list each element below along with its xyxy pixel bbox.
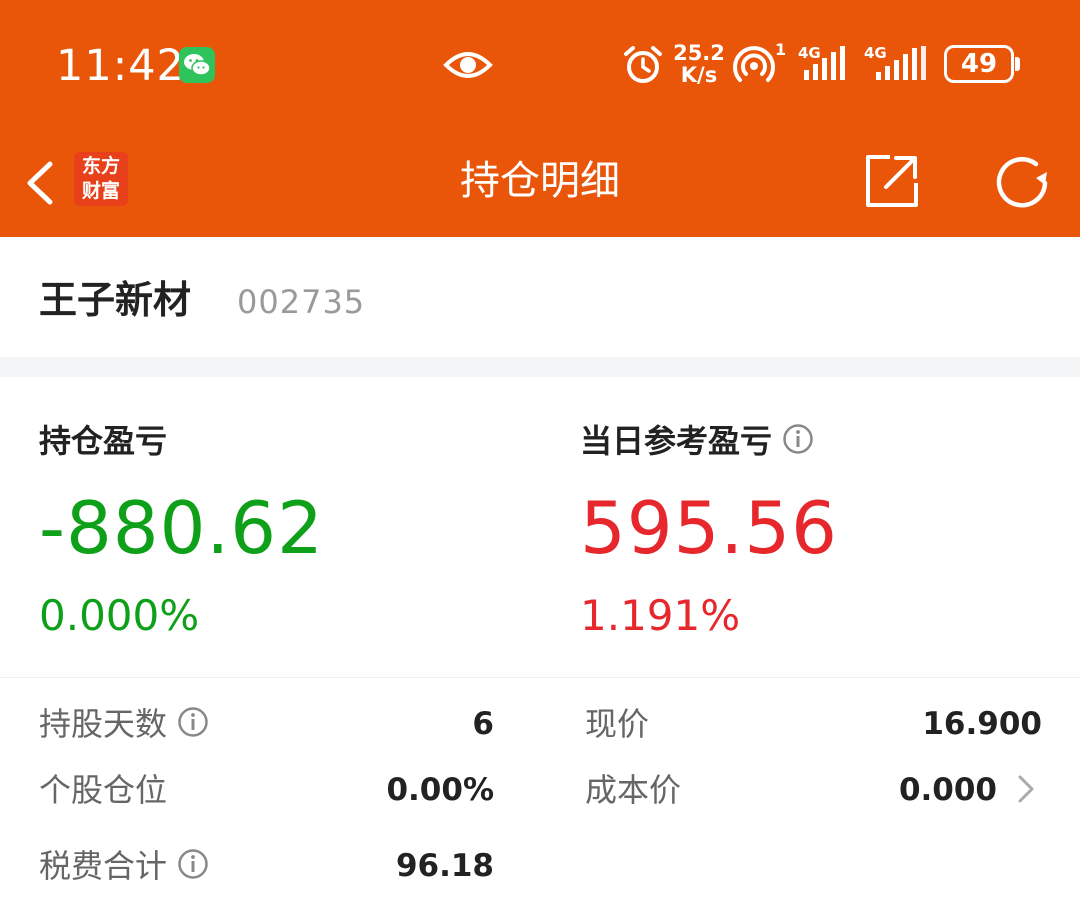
fees-label-wrap: 税费合计 xyxy=(39,846,209,889)
top-bar: 11:42 25.2 K/s 1 4G 4G 49 东方 财富 持仓明细 xyxy=(0,0,1080,237)
net-speed-unit: K/s xyxy=(680,63,718,87)
signal-icon-2 xyxy=(862,44,930,86)
daily-pnl-percent: 1.191% xyxy=(580,591,741,640)
battery-icon: 49 xyxy=(944,45,1014,83)
hold-days-value: 6 xyxy=(472,706,494,742)
current-price-label: 现价 xyxy=(585,705,650,743)
battery-tip xyxy=(1015,57,1020,71)
battery-level: 49 xyxy=(960,49,998,79)
daily-pnl-value: 595.56 xyxy=(580,486,838,570)
stock-code: 002735 xyxy=(237,283,366,321)
chevron-right-icon[interactable] xyxy=(1016,773,1036,809)
share-icon xyxy=(866,155,918,207)
share-button[interactable] xyxy=(864,153,920,213)
fees-label: 税费合计 xyxy=(39,847,168,885)
daily-pnl-card: 当日参考盈亏 595.56 1.191% xyxy=(580,377,1060,677)
hold-days-label: 持股天数 xyxy=(39,705,168,743)
daily-pnl-header: 当日参考盈亏 xyxy=(580,421,814,464)
alarm-icon xyxy=(622,44,664,90)
hotspot-count: 1 xyxy=(775,40,787,59)
hotspot-icon xyxy=(732,42,776,90)
status-time: 11:42 xyxy=(56,41,185,91)
daily-pnl-label: 当日参考盈亏 xyxy=(580,422,773,460)
cost-price-row[interactable]: 成本价 0.000 xyxy=(585,760,997,820)
current-price-value: 16.900 xyxy=(922,706,1042,742)
hold-days-row: 持股天数 6 xyxy=(39,694,494,754)
eye-icon xyxy=(443,45,493,89)
fees-value: 96.18 xyxy=(395,848,494,884)
cost-price-value: 0.000 xyxy=(898,772,997,808)
info-icon[interactable] xyxy=(782,423,814,464)
position-pnl-label: 持仓盈亏 xyxy=(39,422,168,460)
refresh-button[interactable] xyxy=(992,152,1054,218)
cost-price-label: 成本价 xyxy=(585,771,682,809)
position-ratio-row: 个股仓位 0.00% xyxy=(39,760,494,820)
hold-days-info-icon[interactable] xyxy=(177,706,209,747)
stock-name: 王子新材 xyxy=(39,278,192,322)
status-bar: 11:42 25.2 K/s 1 4G 4G 49 xyxy=(0,0,1080,130)
wechat-icon xyxy=(179,47,215,83)
fees-row: 税费合计 96.18 xyxy=(39,836,494,896)
divider xyxy=(0,677,1080,678)
stock-header: 王子新材 002735 xyxy=(0,237,1080,357)
position-pnl-value: -880.62 xyxy=(39,486,324,570)
position-pnl-percent: 0.000% xyxy=(39,591,200,640)
net-speed-value: 25.2 xyxy=(673,41,725,65)
current-price-row: 现价 16.900 xyxy=(585,694,1042,754)
net-speed: 25.2 K/s xyxy=(673,42,725,86)
hold-days-label-wrap: 持股天数 xyxy=(39,704,209,747)
nav-bar: 东方 财富 持仓明细 xyxy=(0,130,1080,237)
position-ratio-value: 0.00% xyxy=(386,772,494,808)
position-ratio-label: 个股仓位 xyxy=(39,771,168,809)
position-pnl-card: 持仓盈亏 -880.62 0.000% xyxy=(39,377,539,677)
fees-info-icon[interactable] xyxy=(177,848,209,889)
refresh-icon xyxy=(996,157,1048,208)
signal-icon xyxy=(796,44,850,86)
section-separator xyxy=(0,357,1080,377)
